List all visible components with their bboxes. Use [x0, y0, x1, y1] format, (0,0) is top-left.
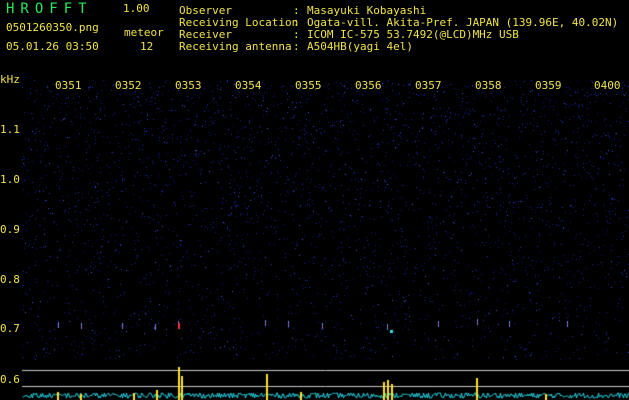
y-axis-unit: kHz — [0, 73, 20, 86]
x-tick-0400: 0400 — [594, 79, 621, 92]
x-tick-0353: 0353 — [175, 79, 202, 92]
antenna-label: Receiving antenna — [179, 40, 292, 53]
spectrogram — [22, 80, 629, 360]
y-tick-0-8: 0.8 — [0, 273, 20, 286]
app-version: 1.00 — [123, 2, 150, 15]
location-separator: : — [293, 16, 300, 29]
x-tick-0351: 0351 — [55, 79, 82, 92]
y-tick-0-9: 0.9 — [0, 223, 20, 236]
antenna-separator: : — [293, 40, 300, 53]
x-tick-0352: 0352 — [115, 79, 142, 92]
file-name: 0501260350.png — [6, 21, 99, 34]
hrofft-window: HROFFT 1.00 0501260350.png 05.01.26 03:5… — [0, 0, 629, 400]
observer-separator: : — [293, 4, 300, 17]
receiver-separator: : — [293, 28, 300, 41]
signal-level-plot — [0, 360, 629, 400]
location-label: Receiving Location — [179, 16, 299, 29]
receiver-label: Receiver — [179, 28, 232, 41]
receiver-value: ICOM IC-575 53.7492(@LCD)MHz USB — [307, 28, 519, 41]
app-title: HROFFT — [6, 1, 93, 17]
x-tick-0359: 0359 — [535, 79, 562, 92]
x-tick-0355: 0355 — [295, 79, 322, 92]
y-tick-0-6: 0.6 — [0, 373, 20, 386]
meteor-count-value: 12 — [140, 40, 154, 53]
antenna-value: A504HB(yagi 4el) — [307, 40, 413, 53]
location-value: Ogata-vill. Akita-Pref. JAPAN (139.96E, … — [307, 16, 619, 29]
x-tick-0354: 0354 — [235, 79, 262, 92]
y-tick-1-0: 1.0 — [0, 173, 20, 186]
observer-value: Masayuki Kobayashi — [307, 4, 427, 17]
y-tick-1-1: 1.1 — [0, 123, 20, 136]
meteor-count-label: meteor — [124, 26, 164, 39]
x-tick-0356: 0356 — [355, 79, 382, 92]
y-tick-0-7: 0.7 — [0, 322, 20, 335]
x-tick-0357: 0357 — [415, 79, 442, 92]
date-time: 05.01.26 03:50 — [6, 40, 99, 53]
observer-label: Observer — [179, 4, 232, 17]
x-tick-0358: 0358 — [475, 79, 502, 92]
